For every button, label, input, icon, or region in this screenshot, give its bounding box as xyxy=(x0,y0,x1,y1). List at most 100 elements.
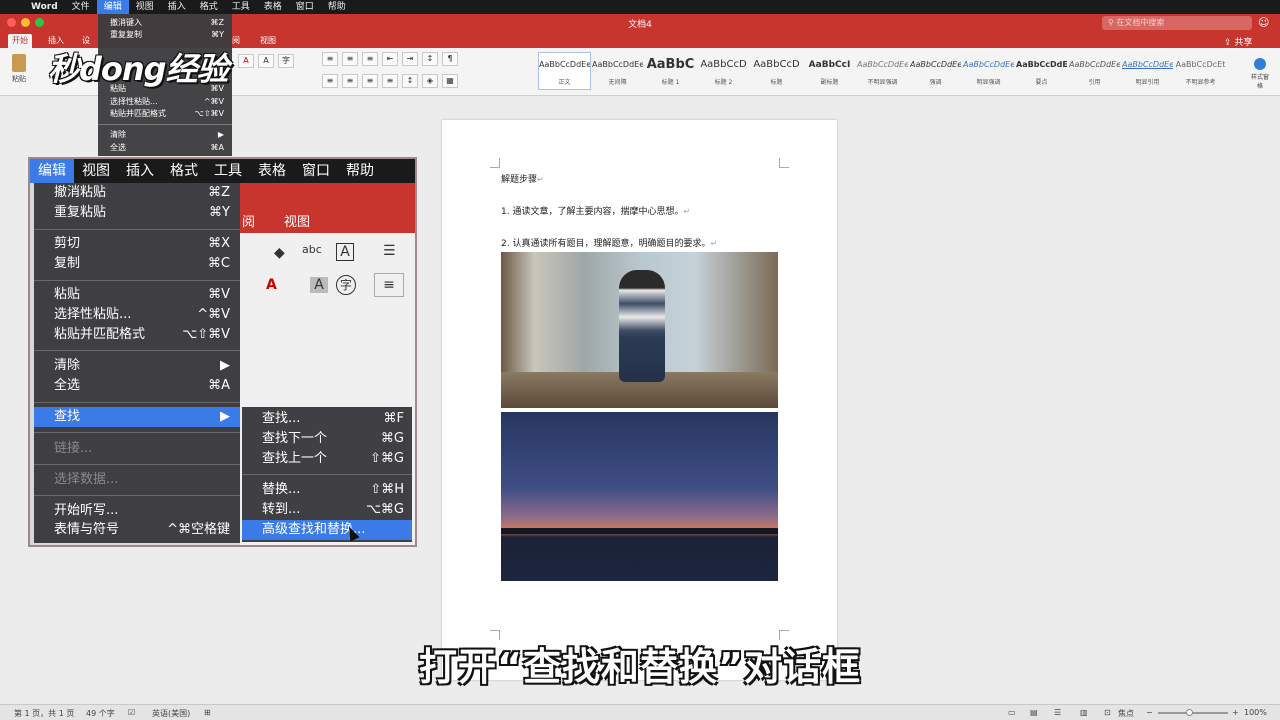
minimize-window-button[interactable] xyxy=(21,18,30,27)
zoom-item-find[interactable]: 查找 ▶ xyxy=(34,407,240,427)
menu-item-clear[interactable]: 清除 ▶ xyxy=(110,129,224,140)
menu-table[interactable]: 表格 xyxy=(257,0,289,14)
char-shading-icon[interactable]: A xyxy=(310,277,328,293)
menu-view[interactable]: 视图 xyxy=(129,0,161,14)
enclose-char-icon[interactable]: 字 xyxy=(336,275,356,295)
feedback-smiley-icon[interactable]: ☺ xyxy=(1258,16,1269,29)
zoom-out-icon[interactable]: − xyxy=(1146,708,1153,717)
style-intense-quote[interactable]: AaBbCcDdEe 明显引用 xyxy=(1121,52,1174,90)
document-page[interactable]: 解题步骤↵ 1. 通读文章，了解主要内容，揣摩中心思想。↵ 2. 认真通读所有题… xyxy=(442,120,837,680)
menu-help[interactable]: 帮助 xyxy=(321,0,353,14)
align-left-icon[interactable]: ≡ xyxy=(322,74,338,88)
menu-file[interactable]: 文件 xyxy=(65,0,97,14)
style-subtitle[interactable]: AaBbCcI 副标题 xyxy=(803,52,856,90)
enclose-char-icon[interactable]: 字 xyxy=(278,54,294,68)
zoom-item-paste-special[interactable]: 选择性粘贴... ^⌘V xyxy=(34,305,240,325)
style-strong[interactable]: AaBbCcDdEe 要点 xyxy=(1015,52,1068,90)
zoom-item-undo-paste[interactable]: 撤消粘贴 ⌘Z xyxy=(34,183,240,203)
zoom-item-select-data[interactable]: 选择数据... xyxy=(34,470,240,490)
web-layout-icon[interactable]: ▤ xyxy=(1030,708,1038,717)
zoom-item-paste[interactable]: 粘贴 ⌘V xyxy=(34,285,240,305)
sort-icon[interactable]: ↕ xyxy=(422,52,438,66)
zoom-item-repeat-paste[interactable]: 重复粘贴 ⌘Y xyxy=(34,203,240,223)
menu-item-select-all[interactable]: 全选 ⌘A xyxy=(110,142,224,153)
zoom-level[interactable]: 100% xyxy=(1244,708,1267,717)
zoom-menu-insert[interactable]: 插入 xyxy=(118,159,162,183)
menu-tools[interactable]: 工具 xyxy=(225,0,257,14)
zoom-slider-knob[interactable] xyxy=(1186,709,1193,716)
photo-sunset-sea[interactable] xyxy=(501,412,778,581)
style-intense-emphasis[interactable]: AaBbCcDdEe 明显强调 xyxy=(962,52,1015,90)
menu-item-repeat-copy[interactable]: 重复复制 ⌘Y xyxy=(110,29,224,40)
style-subtle-reference[interactable]: AaBbCcDcEt 不明显参考 xyxy=(1174,52,1227,90)
submenu-item-go-to[interactable]: 转到... ⌥⌘G xyxy=(242,500,412,520)
print-layout-icon[interactable]: ▭ xyxy=(1008,708,1016,717)
menu-item-paste-match-format[interactable]: 粘贴并匹配格式 ⌥⇧⌘V xyxy=(110,108,224,119)
focus-mode-icon[interactable]: ⊡ xyxy=(1104,708,1111,717)
submenu-item-find-previous[interactable]: 查找上一个 ⇧⌘G xyxy=(242,449,412,469)
menu-edit[interactable]: 编辑 xyxy=(96,0,129,14)
eraser-icon[interactable]: ◆ xyxy=(274,245,285,261)
text-box-icon[interactable]: A xyxy=(336,243,354,261)
zoom-item-cut[interactable]: 剪切 ⌘X xyxy=(34,234,240,254)
menu-format[interactable]: 格式 xyxy=(193,0,225,14)
menu-item-undo-typing[interactable]: 撤消键入 ⌘Z xyxy=(110,17,224,28)
style-normal[interactable]: AaBbCcDdEe 正文 xyxy=(538,52,591,90)
styles-pane-button[interactable]: 样式窗格 xyxy=(1250,58,1270,90)
style-quote[interactable]: AaBbCcDdEe 引用 xyxy=(1068,52,1121,90)
zoom-item-clear[interactable]: 清除 ▶ xyxy=(34,356,240,376)
close-window-button[interactable] xyxy=(7,18,16,27)
zoom-item-links[interactable]: 链接... xyxy=(34,439,240,459)
char-shading-icon[interactable]: A xyxy=(258,54,274,68)
word-count[interactable]: 49 个字 xyxy=(86,708,115,719)
outline-view-icon[interactable]: ☰ xyxy=(1054,708,1061,717)
focus-label[interactable]: 焦点 xyxy=(1118,708,1134,719)
document-search-input[interactable]: ⚲ 在文档中搜索 xyxy=(1102,16,1252,30)
submenu-item-replace[interactable]: 替换... ⇧⌘H xyxy=(242,480,412,500)
track-changes-icon[interactable]: ⊞ xyxy=(204,708,211,717)
text-effects-icon[interactable]: abc xyxy=(302,243,322,256)
paste-button[interactable]: 粘贴 xyxy=(8,54,30,84)
zoom-slider[interactable] xyxy=(1158,709,1228,716)
line-spacing-icon[interactable]: ↕ xyxy=(402,74,418,88)
tab-view[interactable]: 视图 xyxy=(256,34,280,48)
submenu-item-find-next[interactable]: 查找下一个 ⌘G xyxy=(242,429,412,449)
align-left-icon[interactable]: ≡ xyxy=(374,273,404,297)
align-right-icon[interactable]: ≡ xyxy=(362,74,378,88)
borders-icon[interactable]: ▦ xyxy=(442,74,458,88)
show-marks-icon[interactable]: ¶ xyxy=(442,52,458,66)
zoom-item-emoji-symbols[interactable]: 表情与符号 ^⌘空格键 xyxy=(34,520,240,540)
zoom-window-button[interactable] xyxy=(35,18,44,27)
justify-icon[interactable]: ≡ xyxy=(382,74,398,88)
page-count[interactable]: 第 1 页，共 1 页 xyxy=(14,708,74,719)
tab-home[interactable]: 开始 xyxy=(8,34,32,48)
zoom-menu-window[interactable]: 窗口 xyxy=(294,159,338,183)
zoom-item-select-all[interactable]: 全选 ⌘A xyxy=(34,376,240,396)
style-subtle-emphasis[interactable]: AaBbCcDdEe 不明显强调 xyxy=(856,52,909,90)
draft-view-icon[interactable]: ▥ xyxy=(1080,708,1088,717)
menu-item-paste-special[interactable]: 选择性粘贴... ^⌘V xyxy=(110,96,224,107)
style-emphasis[interactable]: AaBbCcDdEe 强调 xyxy=(909,52,962,90)
style-title[interactable]: AaBbCcD 标题 xyxy=(750,52,803,90)
share-button[interactable]: ⇪ 共享 xyxy=(1224,35,1252,48)
numbering-icon[interactable]: ≡ xyxy=(342,52,358,66)
menu-app-word[interactable]: Word xyxy=(24,0,65,14)
zoom-menu-tools[interactable]: 工具 xyxy=(206,159,250,183)
align-center-icon[interactable]: ≡ xyxy=(342,74,358,88)
shading-icon[interactable]: ◈ xyxy=(422,74,438,88)
photo-person-with-camera[interactable] xyxy=(501,252,778,408)
submenu-item-advanced-find-replace[interactable]: 高级查找和替换... xyxy=(242,520,412,540)
zoom-menu-table[interactable]: 表格 xyxy=(250,159,294,183)
zoom-tab-review[interactable]: 阅 xyxy=(242,211,255,230)
submenu-item-find[interactable]: 查找... ⌘F xyxy=(242,409,412,429)
zoom-item-copy[interactable]: 复制 ⌘C xyxy=(34,254,240,274)
zoom-in-icon[interactable]: + xyxy=(1232,708,1239,717)
menu-window[interactable]: 窗口 xyxy=(289,0,321,14)
zoom-menu-help[interactable]: 帮助 xyxy=(338,159,382,183)
increase-indent-icon[interactable]: ⇥ xyxy=(402,52,418,66)
style-heading-2[interactable]: AaBbCcD 标题 2 xyxy=(697,52,750,90)
proofing-icon[interactable]: ☑ xyxy=(128,708,135,717)
style-heading-1[interactable]: AaBbC 标题 1 xyxy=(644,52,697,90)
zoom-item-dictation[interactable]: 开始听写... xyxy=(34,501,240,521)
style-no-spacing[interactable]: AaBbCcDdEe 无间隔 xyxy=(591,52,644,90)
